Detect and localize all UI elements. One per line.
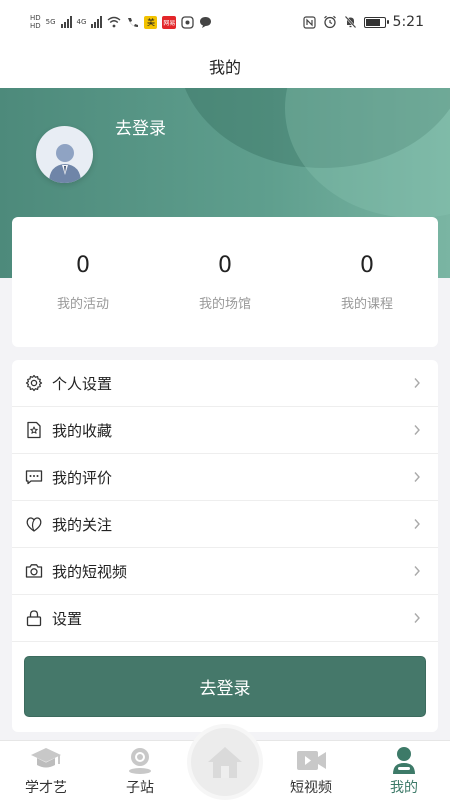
lock-icon — [24, 608, 44, 628]
stat-value: 0 — [360, 253, 374, 278]
menu-item-following[interactable]: 我的关注 — [12, 501, 438, 548]
tab-label: 子站 — [126, 780, 154, 796]
chevron-right-icon — [411, 471, 423, 483]
stat-label: 我的课程 — [340, 297, 393, 312]
hd-label-1: HD — [30, 13, 41, 22]
alarm-icon — [323, 15, 336, 29]
status-bar: HD HD 5G 4G 美 网易 5:21 — [0, 0, 450, 44]
stat-venues[interactable]: 0 我的场馆 — [165, 253, 285, 312]
signal-icon — [60, 16, 72, 28]
app-icon — [181, 15, 195, 29]
video-icon — [297, 751, 326, 770]
chevron-right-icon — [411, 518, 423, 530]
menu-item-short-videos[interactable]: 我的短视频 — [12, 548, 438, 595]
tab-label: 我的 — [390, 780, 418, 796]
nfc-icon — [302, 15, 316, 29]
menu-item-favorites[interactable]: 我的收藏 — [12, 407, 438, 454]
menu-item-label: 我的短视频 — [52, 562, 128, 581]
heart-icon — [24, 514, 44, 534]
hd-indicator: HD HD — [30, 13, 41, 30]
menu-item-label: 个人设置 — [52, 374, 113, 393]
clock: 5:21 — [392, 14, 424, 30]
login-link[interactable]: 去登录 — [115, 114, 166, 139]
wifi-icon — [107, 16, 121, 28]
stats-card: 0 我的活动 0 我的场馆 0 我的课程 — [12, 217, 438, 347]
menu-item-label: 设置 — [52, 609, 83, 628]
chevron-right-icon — [411, 612, 423, 624]
graduation-cap-icon — [31, 748, 61, 768]
stat-value: 0 — [218, 253, 232, 278]
location-pin-icon — [129, 748, 151, 774]
chevron-right-icon — [411, 377, 423, 389]
stat-label: 我的活动 — [56, 297, 109, 312]
camera-icon — [24, 561, 44, 581]
stat-value: 0 — [76, 253, 90, 278]
mute-icon — [344, 15, 356, 29]
avatar[interactable] — [36, 126, 93, 183]
gear-icon — [24, 373, 44, 393]
signal-icon-2 — [91, 16, 103, 28]
page-title: 我的 — [208, 58, 241, 77]
person-icon — [393, 747, 415, 774]
login-button[interactable]: 去登录 — [24, 656, 426, 717]
stat-activities[interactable]: 0 我的活动 — [23, 253, 143, 312]
tab-mine[interactable]: 我的 — [364, 741, 444, 800]
meituan-badge: 美 — [144, 15, 158, 29]
tab-label: 短视频 — [290, 780, 332, 796]
status-left: HD HD 5G 4G 美 网易 — [30, 13, 212, 30]
tab-short-video[interactable]: 短视频 — [271, 741, 351, 800]
user-avatar-icon — [48, 144, 81, 183]
stat-courses[interactable]: 0 我的课程 — [307, 253, 427, 312]
chevron-right-icon — [411, 424, 423, 436]
tab-home[interactable] — [191, 728, 259, 796]
menu-item-settings[interactable]: 设置 — [12, 595, 438, 642]
comment-icon — [24, 467, 44, 487]
tab-learn[interactable]: 学才艺 — [6, 741, 86, 800]
network-4g: 4G — [76, 17, 87, 26]
menu-item-label: 我的收藏 — [52, 421, 113, 440]
hd-label-2: HD — [30, 21, 41, 30]
home-icon — [208, 747, 242, 778]
phone-icon — [128, 18, 139, 27]
status-right: 5:21 — [302, 14, 424, 30]
tab-substation[interactable]: 子站 — [100, 741, 180, 800]
menu-item-label: 我的关注 — [52, 515, 113, 534]
stat-label: 我的场馆 — [198, 297, 251, 312]
battery-icon — [363, 16, 389, 28]
hero-decoration-2 — [285, 88, 450, 218]
netease-badge: 网易 — [162, 15, 177, 29]
message-icon — [200, 16, 212, 28]
menu-item-personal-settings[interactable]: 个人设置 — [12, 360, 438, 407]
menu-item-reviews[interactable]: 我的评价 — [12, 454, 438, 501]
bookmark-star-icon — [24, 420, 44, 440]
page-title-bar: 我的 — [0, 44, 450, 88]
chevron-right-icon — [411, 565, 423, 577]
menu-item-label: 我的评价 — [52, 468, 113, 487]
network-5g: 5G — [45, 17, 56, 26]
tab-label: 学才艺 — [25, 780, 67, 796]
